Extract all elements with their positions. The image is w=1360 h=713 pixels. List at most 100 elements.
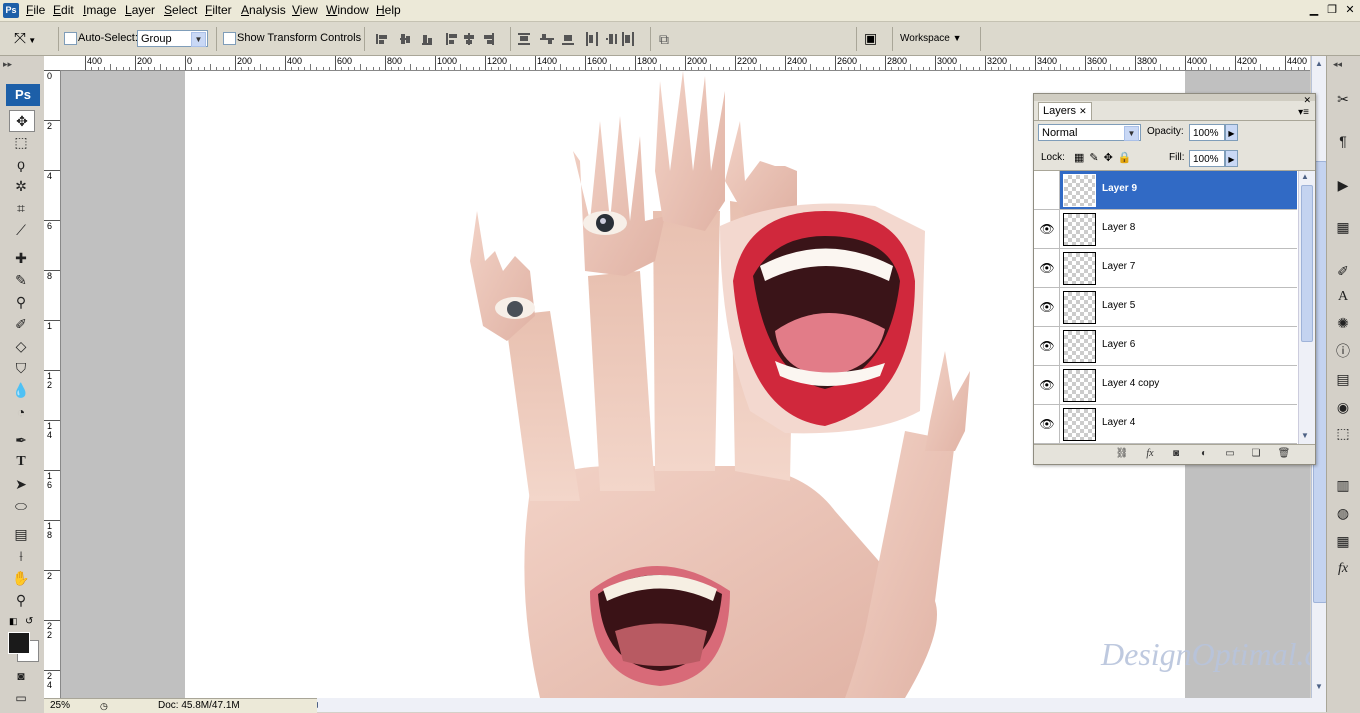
- zoom-level[interactable]: 25%: [50, 699, 70, 713]
- scroll-down-icon[interactable]: ▼: [1301, 431, 1309, 440]
- move-tool-icon[interactable]: ✥: [9, 110, 35, 132]
- move-tool-preset-icon[interactable]: ⤧ ▼: [14, 29, 50, 49]
- opacity-slider-arrow-icon[interactable]: ▶: [1225, 124, 1238, 141]
- styles-fx-icon[interactable]: fx: [1332, 558, 1354, 580]
- visibility-eye-icon[interactable]: 👁: [1039, 221, 1055, 237]
- layer-name[interactable]: Layer 4: [1102, 417, 1135, 428]
- fill-field[interactable]: 100%: [1189, 150, 1225, 167]
- visibility-eye-icon[interactable]: 👁: [1039, 377, 1055, 393]
- histogram-icon[interactable]: ▦: [1332, 216, 1354, 238]
- restore-icon[interactable]: ❐: [1324, 3, 1340, 17]
- menu-layer[interactable]: Layer: [125, 3, 155, 18]
- lock-image-icon[interactable]: ✎: [1089, 152, 1103, 164]
- status-preview-icon[interactable]: ◷: [100, 699, 108, 713]
- panel-close-icon[interactable]: ✕: [1303, 95, 1311, 106]
- visibility-eye-icon[interactable]: 👁: [1039, 299, 1055, 315]
- lock-all-icon[interactable]: 🔒: [1118, 152, 1137, 164]
- visibility-eye-icon[interactable]: 👁: [1039, 338, 1055, 354]
- channels-icon[interactable]: ▦: [1332, 530, 1354, 552]
- layer-row-8[interactable]: 👁 Layer 8: [1034, 210, 1297, 249]
- slice-tool-icon[interactable]: ⟋: [9, 220, 33, 240]
- photoshop-badge-icon[interactable]: Ps: [6, 84, 40, 106]
- magic-wand-tool-icon[interactable]: ✲: [9, 176, 33, 196]
- menu-help[interactable]: Help: [376, 3, 401, 18]
- align-buttons-group[interactable]: [376, 31, 506, 47]
- menu-image[interactable]: Image: [83, 3, 116, 18]
- close-icon[interactable]: ✕: [1342, 3, 1358, 17]
- zoom-tool-icon[interactable]: ⚲: [9, 590, 33, 610]
- screen-mode-icon[interactable]: ▭: [9, 688, 33, 708]
- auto-select-dropdown[interactable]: Group ▼: [137, 30, 208, 47]
- swap-colors-icon[interactable]: ↺: [25, 616, 33, 627]
- healing-brush-tool-icon[interactable]: ✚: [9, 248, 33, 268]
- default-colors-icon[interactable]: ◧: [9, 616, 18, 627]
- layer-row-6[interactable]: 👁 Layer 6: [1034, 327, 1297, 366]
- character-icon[interactable]: A: [1332, 286, 1354, 308]
- type-tool-icon[interactable]: T: [9, 452, 33, 472]
- path-selection-tool-icon[interactable]: ➤: [9, 474, 33, 494]
- lasso-tool-icon[interactable]: ϙ: [9, 154, 33, 174]
- fx-icon[interactable]: fx: [1142, 447, 1158, 461]
- marquee-tool-icon[interactable]: ⬚: [9, 132, 33, 152]
- opacity-field[interactable]: 100%: [1189, 124, 1225, 141]
- color-icon[interactable]: ◉: [1332, 396, 1354, 418]
- layers-panel-grip[interactable]: [1034, 94, 1315, 101]
- menu-edit[interactable]: Edit: [53, 3, 74, 18]
- visibility-eye-icon[interactable]: 👁: [1039, 260, 1055, 276]
- menu-file[interactable]: File: [26, 3, 45, 18]
- mask-icon[interactable]: ◙: [1168, 447, 1184, 461]
- layer-name[interactable]: Layer 8: [1102, 222, 1135, 233]
- lock-options[interactable]: ▦✎✥🔒: [1074, 151, 1137, 164]
- layer-row-7[interactable]: 👁 Layer 7: [1034, 249, 1297, 288]
- layers-scroll-thumb[interactable]: [1301, 185, 1313, 342]
- fill-slider-arrow-icon[interactable]: ▶: [1225, 150, 1238, 167]
- transform-icon[interactable]: ⬚: [1332, 422, 1354, 444]
- layer-name[interactable]: Layer 9: [1102, 183, 1137, 194]
- scroll-up-icon[interactable]: ▲: [1313, 58, 1325, 70]
- visibility-eye-icon[interactable]: 👁: [1039, 182, 1055, 198]
- eraser-tool-icon[interactable]: ◇: [9, 336, 33, 356]
- brushes-icon[interactable]: ✐: [1332, 260, 1354, 282]
- scroll-up-icon[interactable]: ▲: [1301, 172, 1309, 181]
- layer-row-9[interactable]: 👁 Layer 9: [1034, 171, 1297, 210]
- workspace-switcher-icon[interactable]: ▣: [864, 28, 886, 48]
- lock-position-icon[interactable]: ✥: [1104, 152, 1118, 164]
- collapse-panel-icon[interactable]: ▸▸: [3, 59, 12, 70]
- layer-row-4-copy[interactable]: 👁 Layer 4 copy: [1034, 366, 1297, 405]
- workspace-menu[interactable]: Workspace ▼: [900, 30, 962, 46]
- foreground-color-swatch[interactable]: [8, 632, 30, 654]
- auto-select-checkbox[interactable]: [64, 32, 77, 45]
- ellipse-tool-icon[interactable]: ⬭: [9, 496, 33, 516]
- crop-tool-icon[interactable]: ⌗: [9, 198, 33, 218]
- swatches-icon[interactable]: ◍: [1332, 502, 1354, 524]
- adjustment-icon[interactable]: ◐: [1196, 447, 1212, 461]
- link-icon[interactable]: ⛓: [1114, 447, 1130, 461]
- minimize-icon[interactable]: ▁: [1306, 3, 1322, 17]
- layer-name[interactable]: Layer 5: [1102, 300, 1135, 311]
- paint-bucket-tool-icon[interactable]: ⛉: [9, 358, 33, 378]
- blur-tool-icon[interactable]: 💧: [9, 380, 33, 400]
- blend-mode-dropdown[interactable]: Normal ▼: [1038, 124, 1141, 141]
- paragraph-icon[interactable]: ¶: [1332, 130, 1354, 152]
- pen-tool-icon[interactable]: ✒: [9, 430, 33, 450]
- hand-tool-icon[interactable]: ✋: [9, 568, 33, 588]
- eyedropper-tool-icon[interactable]: ⟊: [9, 546, 33, 566]
- menu-filter[interactable]: Filter: [205, 3, 232, 18]
- auto-align-icon[interactable]: ⧉: [659, 30, 677, 48]
- navigator-icon[interactable]: ✺: [1332, 312, 1354, 334]
- menu-view[interactable]: View: [292, 3, 318, 18]
- horizontal-scrollbar[interactable]: ▶ ◀: [294, 698, 1326, 712]
- dodge-tool-icon[interactable]: ◔: [9, 402, 33, 422]
- info-icon[interactable]: ⓘ: [1332, 340, 1354, 362]
- distribute-buttons-group[interactable]: [518, 31, 642, 47]
- menu-window[interactable]: Window: [326, 3, 369, 18]
- visibility-eye-icon[interactable]: 👁: [1039, 416, 1055, 432]
- group-folder-icon[interactable]: ▭: [1222, 447, 1238, 461]
- trash-icon[interactable]: 🗑: [1276, 447, 1292, 461]
- layers-panel-icon[interactable]: ▥: [1332, 474, 1354, 496]
- scroll-down-icon[interactable]: ▼: [1313, 681, 1325, 693]
- clone-stamp-tool-icon[interactable]: ⚲: [9, 292, 33, 312]
- menu-select[interactable]: Select: [164, 3, 197, 18]
- layer-name[interactable]: Layer 7: [1102, 261, 1135, 272]
- tab-layers[interactable]: Layers ✕: [1038, 102, 1092, 120]
